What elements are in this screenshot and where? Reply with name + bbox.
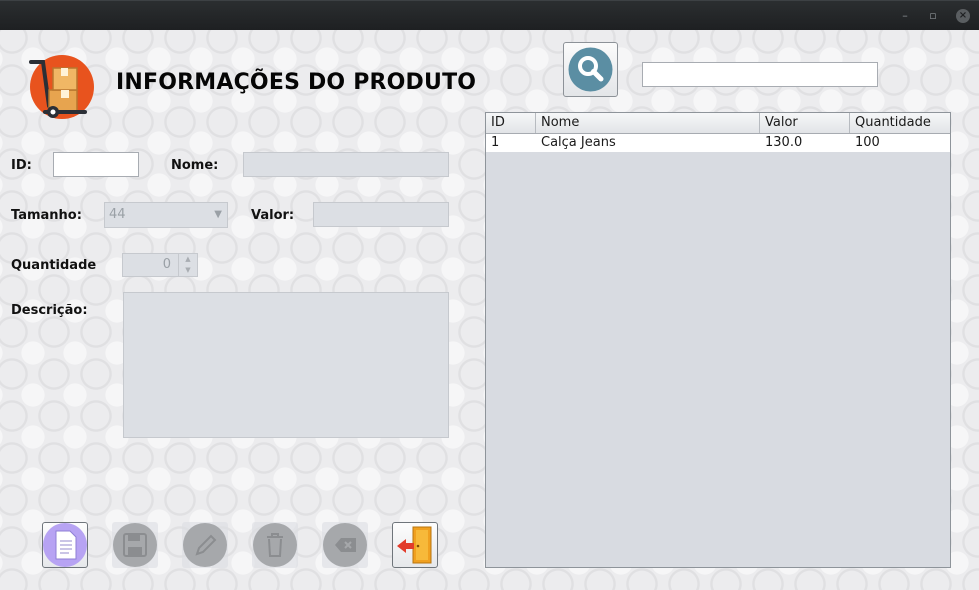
nome-label: Nome: — [171, 158, 219, 173]
backspace-icon — [323, 523, 367, 567]
search-input[interactable] — [642, 62, 878, 87]
document-icon — [43, 523, 87, 567]
edit-button[interactable] — [182, 522, 228, 568]
column-header-id[interactable]: ID — [486, 113, 536, 133]
clear-button[interactable] — [322, 522, 368, 568]
cell-id: 1 — [491, 135, 500, 150]
tamanho-select[interactable]: 44 ▼ — [104, 202, 228, 228]
save-button[interactable] — [112, 522, 158, 568]
id-field[interactable] — [53, 152, 139, 177]
table-row[interactable]: 1 Calça Jeans 130.0 100 — [486, 134, 950, 152]
products-table[interactable]: ID Nome Valor Quantidade 1 Calça Jeans 1… — [485, 112, 951, 568]
nome-field[interactable] — [243, 152, 449, 177]
delete-button[interactable] — [252, 522, 298, 568]
cell-valor: 130.0 — [765, 135, 803, 150]
cell-nome: Calça Jeans — [541, 135, 616, 150]
column-header-quantidade[interactable]: Quantidade — [850, 113, 950, 133]
new-button[interactable] — [42, 522, 88, 568]
quantidade-value: 0 — [162, 257, 171, 272]
stepper-arrows-icon[interactable]: ▲ ▼ — [178, 254, 197, 276]
floppy-disk-icon — [113, 523, 157, 567]
column-header-nome[interactable]: Nome — [536, 113, 760, 133]
tamanho-label: Tamanho: — [11, 208, 82, 223]
hand-truck-logo-icon — [29, 55, 94, 119]
page-title: INFORMAÇÕES DO PRODUTO — [116, 70, 477, 95]
quantidade-label: Quantidade — [11, 258, 97, 273]
search-button[interactable] — [563, 42, 618, 97]
exit-button[interactable] — [392, 522, 438, 568]
maximize-icon[interactable]: ▫ — [926, 9, 940, 23]
minimize-icon[interactable]: – — [898, 9, 912, 23]
search-icon — [568, 47, 613, 92]
cell-quantidade: 100 — [855, 135, 880, 150]
window-titlebar: – ▫ × — [0, 0, 979, 30]
descricao-label: Descrição: — [11, 303, 88, 318]
column-header-valor[interactable]: Valor — [760, 113, 850, 133]
trash-icon — [253, 523, 297, 567]
exit-door-icon — [397, 526, 432, 564]
valor-field[interactable] — [313, 202, 449, 227]
table-header: ID Nome Valor Quantidade — [486, 113, 950, 134]
chevron-down-icon: ▼ — [214, 209, 222, 220]
pencil-icon — [183, 523, 227, 567]
tamanho-value: 44 — [109, 207, 126, 222]
descricao-textarea[interactable] — [123, 292, 449, 438]
id-label: ID: — [11, 158, 32, 173]
valor-label: Valor: — [251, 208, 295, 223]
close-icon[interactable]: × — [956, 9, 970, 23]
quantidade-stepper[interactable]: 0 ▲ ▼ — [122, 253, 198, 277]
